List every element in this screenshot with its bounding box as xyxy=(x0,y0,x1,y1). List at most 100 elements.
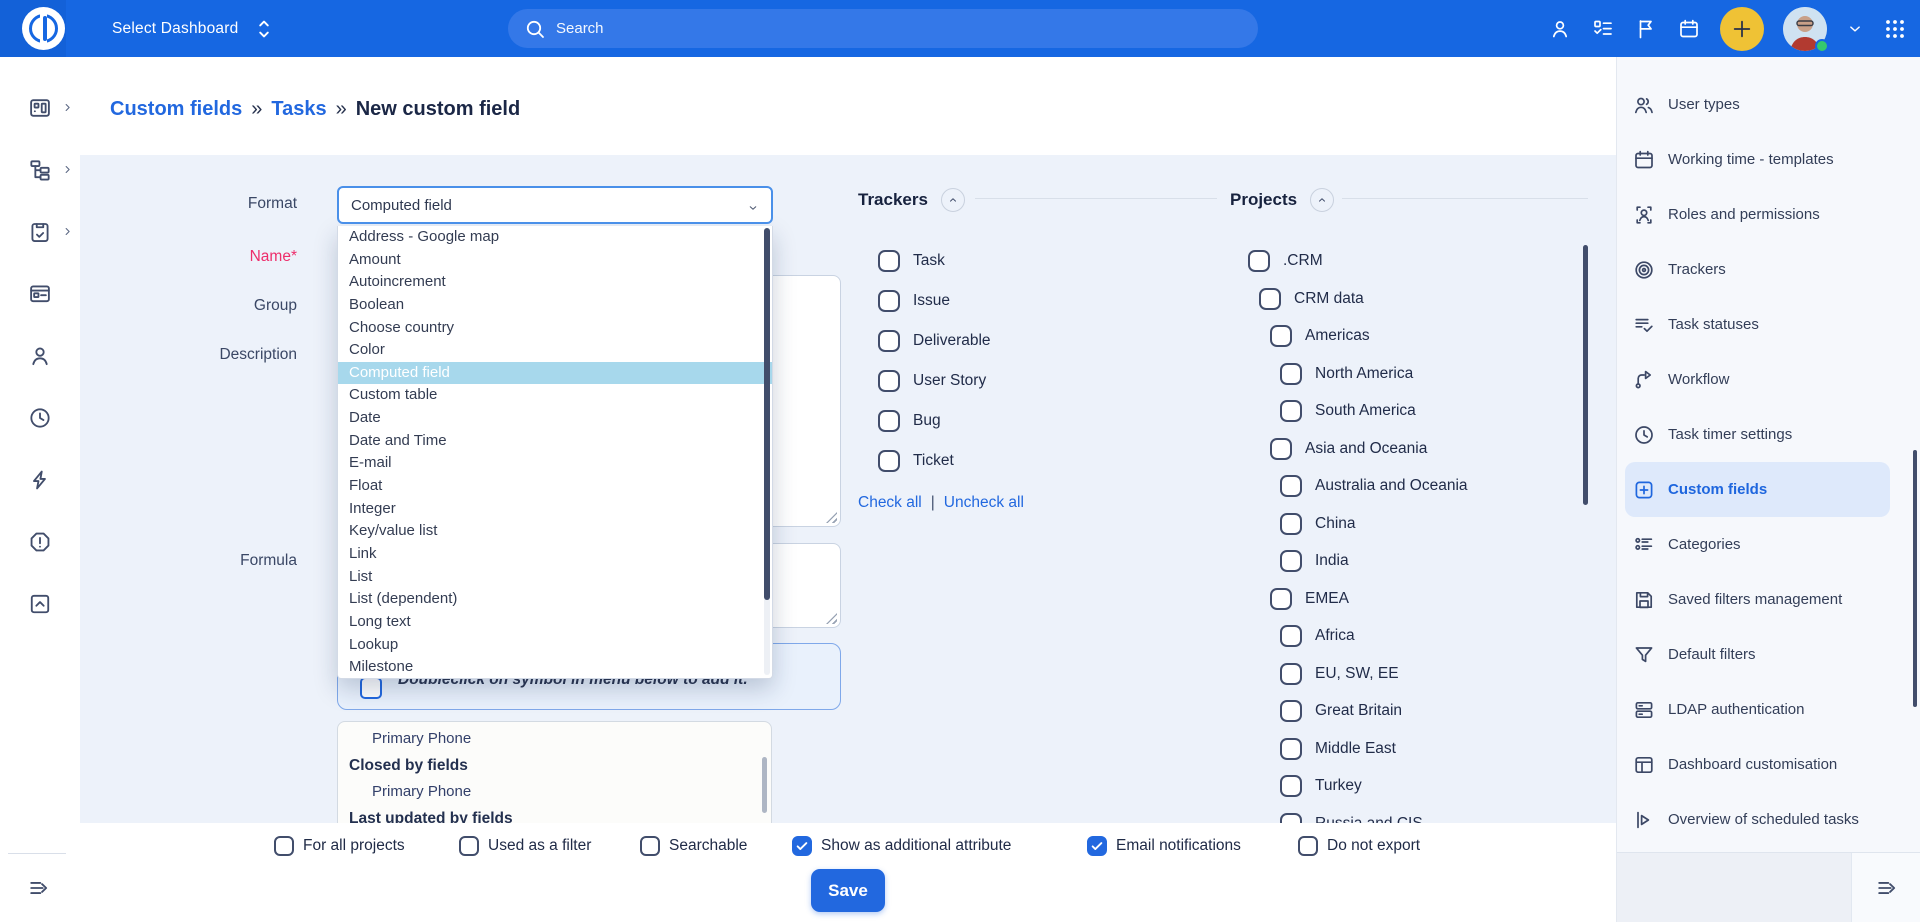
left-sidebar-item[interactable] xyxy=(0,157,80,183)
calendar-icon[interactable] xyxy=(1677,17,1701,41)
checkbox[interactable] xyxy=(878,290,900,312)
left-sidebar-item[interactable] xyxy=(0,343,80,369)
format-option[interactable]: List xyxy=(338,566,772,589)
format-select[interactable]: Computed field xyxy=(337,186,773,224)
hint-checkbox[interactable] xyxy=(360,677,382,699)
settings-menu-item[interactable]: Saved filters management xyxy=(1625,572,1890,627)
checkbox[interactable] xyxy=(1280,400,1302,422)
left-sidebar-item[interactable] xyxy=(0,95,80,121)
checkbox[interactable] xyxy=(878,370,900,392)
trackers-collapse-button[interactable] xyxy=(941,188,965,212)
project-row[interactable]: Americas xyxy=(1270,325,1468,347)
settings-menu-item[interactable]: Categories xyxy=(1625,517,1890,572)
collapse-icon[interactable] xyxy=(26,875,52,901)
format-option[interactable]: Choose country xyxy=(338,317,772,340)
checkbox[interactable] xyxy=(878,410,900,432)
settings-menu-item[interactable]: Workflow xyxy=(1625,352,1890,407)
settings-menu-item[interactable]: Overview of scheduled tasks xyxy=(1625,792,1890,847)
tracker-row[interactable]: Task xyxy=(878,250,991,272)
checkbox[interactable] xyxy=(878,250,900,272)
project-row[interactable]: CRM data xyxy=(1259,288,1468,310)
project-row[interactable]: Africa xyxy=(1280,625,1468,647)
field-list-item[interactable]: Closed by fields xyxy=(338,752,771,779)
tracker-row[interactable]: Deliverable xyxy=(878,330,991,352)
global-search[interactable] xyxy=(508,9,1258,48)
format-option[interactable]: Float xyxy=(338,475,772,498)
projects-collapse-button[interactable] xyxy=(1310,188,1334,212)
footer-option[interactable]: Do not export xyxy=(1298,836,1420,856)
project-row[interactable]: India xyxy=(1280,550,1468,572)
project-row[interactable]: China xyxy=(1280,513,1468,535)
app-logo[interactable] xyxy=(22,7,65,50)
apps-grid-icon[interactable] xyxy=(1883,17,1907,41)
footer-option[interactable]: Show as additional attribute xyxy=(792,836,1011,856)
listbox-scrollbar[interactable] xyxy=(762,757,767,813)
project-row[interactable]: Asia and Oceania xyxy=(1270,438,1468,460)
project-row[interactable]: Australia and Oceania xyxy=(1280,475,1468,497)
checkbox[interactable] xyxy=(1270,325,1292,347)
format-option[interactable]: E-mail xyxy=(338,452,772,475)
checkbox[interactable] xyxy=(1248,250,1270,272)
save-button[interactable]: Save xyxy=(811,869,885,912)
format-option[interactable]: Milestone xyxy=(338,656,772,679)
checkbox[interactable] xyxy=(1280,700,1302,722)
settings-menu-item[interactable]: Dashboard customisation xyxy=(1625,737,1890,792)
search-input[interactable] xyxy=(556,20,1206,37)
footer-option[interactable]: Searchable xyxy=(640,836,747,856)
checkbox[interactable] xyxy=(1270,438,1292,460)
settings-menu-item[interactable]: Custom fields xyxy=(1625,462,1890,517)
format-option[interactable]: Color xyxy=(338,339,772,362)
sidebar-collapse-button[interactable] xyxy=(1851,853,1920,922)
chevron-down-icon[interactable] xyxy=(1846,20,1864,38)
check-all-link[interactable]: Check all xyxy=(858,494,922,512)
tracker-row[interactable]: Ticket xyxy=(878,450,991,472)
checkbox[interactable] xyxy=(1259,288,1281,310)
checkbox[interactable] xyxy=(1280,775,1302,797)
settings-menu-item[interactable]: Task statuses xyxy=(1625,297,1890,352)
settings-menu-item[interactable]: Trackers xyxy=(1625,242,1890,297)
main-scrollbar[interactable] xyxy=(1583,245,1588,505)
person-icon[interactable] xyxy=(1548,17,1572,41)
settings-menu-item[interactable]: LDAP authentication xyxy=(1625,682,1890,737)
format-option[interactable]: Date xyxy=(338,407,772,430)
checkbox[interactable] xyxy=(1280,663,1302,685)
checkbox[interactable] xyxy=(878,330,900,352)
user-avatar[interactable] xyxy=(1783,7,1827,51)
left-sidebar-item[interactable] xyxy=(0,467,80,493)
format-option[interactable]: List (dependent) xyxy=(338,588,772,611)
field-list-item[interactable]: Primary Phone xyxy=(338,779,771,805)
project-row[interactable]: Turkey xyxy=(1280,775,1468,797)
project-row[interactable]: Middle East xyxy=(1280,738,1468,760)
settings-menu-item[interactable]: Task timer settings xyxy=(1625,407,1890,462)
format-option[interactable]: Link xyxy=(338,543,772,566)
settings-menu-item[interactable]: Working time - templates xyxy=(1625,132,1890,187)
left-sidebar-item[interactable] xyxy=(0,219,80,245)
format-option[interactable]: Boolean xyxy=(338,294,772,317)
field-list-item[interactable]: Primary Phone xyxy=(338,726,771,752)
format-option[interactable]: Computed field xyxy=(338,362,772,385)
checkbox[interactable] xyxy=(1280,513,1302,535)
footer-option[interactable]: Email notifications xyxy=(1087,836,1241,856)
sidebar-scrollbar[interactable] xyxy=(1913,450,1917,707)
checkbox[interactable] xyxy=(792,836,812,856)
flag-icon[interactable] xyxy=(1634,17,1658,41)
checkbox[interactable] xyxy=(459,836,479,856)
format-option[interactable]: Date and Time xyxy=(338,430,772,453)
checkbox[interactable] xyxy=(1280,550,1302,572)
project-row[interactable]: EMEA xyxy=(1270,588,1468,610)
format-option[interactable]: Address - Google map xyxy=(338,226,772,249)
format-option[interactable]: Long text xyxy=(338,611,772,634)
tracker-row[interactable]: User Story xyxy=(878,370,991,392)
format-option[interactable]: Lookup xyxy=(338,634,772,657)
settings-menu-item[interactable]: Default filters xyxy=(1625,627,1890,682)
left-sidebar-item[interactable] xyxy=(0,281,80,307)
uncheck-all-link[interactable]: Uncheck all xyxy=(944,494,1024,512)
format-option[interactable]: Key/value list xyxy=(338,520,772,543)
project-row[interactable]: EU, SW, EE xyxy=(1280,663,1468,685)
tracker-row[interactable]: Issue xyxy=(878,290,991,312)
checkbox[interactable] xyxy=(1280,625,1302,647)
format-option[interactable]: Integer xyxy=(338,498,772,521)
project-row[interactable]: North America xyxy=(1280,363,1468,385)
checkbox[interactable] xyxy=(1298,836,1318,856)
checkbox[interactable] xyxy=(878,450,900,472)
